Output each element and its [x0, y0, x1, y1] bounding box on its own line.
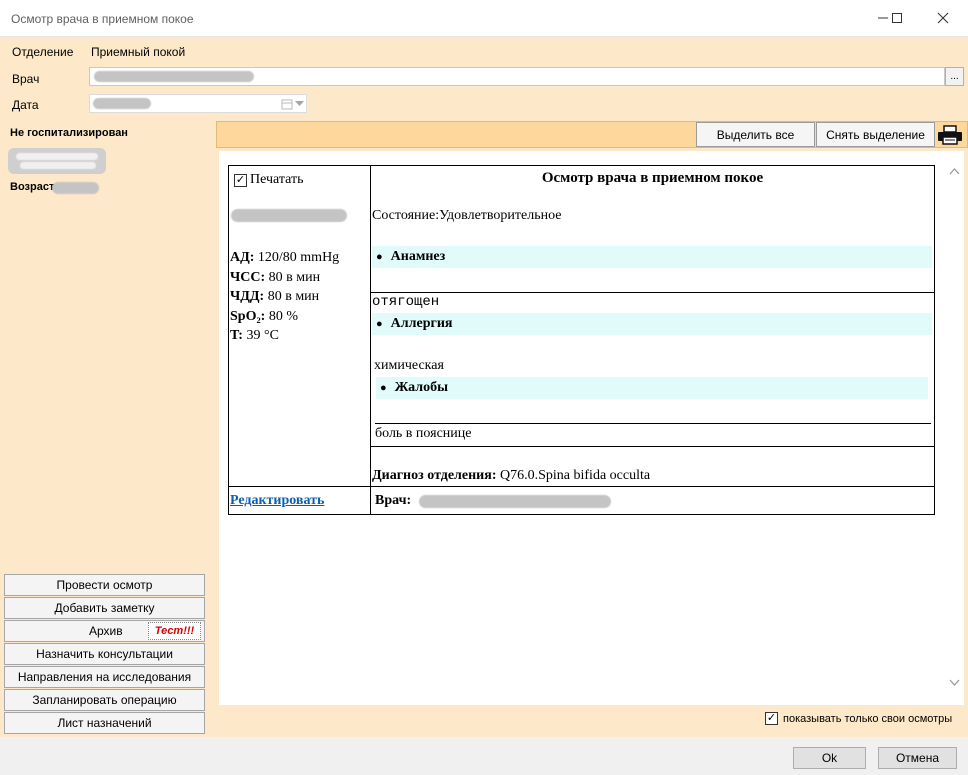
- diagnosis-value: Q76.0.Spina bifida occulta: [500, 468, 651, 483]
- only-own-option: ✓ показывать только свои осмотры: [765, 712, 952, 725]
- allergy-heading: Аллергия: [390, 316, 453, 331]
- date-label: Дата: [12, 98, 39, 112]
- print-label: Печатать: [250, 172, 304, 187]
- archive-label: Архив: [89, 624, 123, 638]
- ok-button[interactable]: Ok: [793, 747, 866, 769]
- date-input[interactable]: [89, 94, 307, 113]
- department-label: Отделение: [12, 45, 74, 59]
- patient-status: Не госпитализирован: [10, 127, 128, 139]
- print-checkbox[interactable]: ✓: [234, 173, 247, 187]
- doctor-label: Врач: [12, 72, 40, 86]
- allergy-text: химическая: [374, 358, 444, 373]
- vital-hr: ЧСС: 80 в мин: [230, 269, 321, 285]
- print-button[interactable]: [935, 122, 965, 147]
- vital-spo2: SpO₂: 80 %: [230, 308, 298, 324]
- age-label: Возраст: [10, 181, 55, 193]
- test-badge: Тест!!!: [148, 622, 201, 640]
- vital-rr: ЧДД: 80 в мин: [230, 289, 320, 304]
- edit-link[interactable]: Редактировать: [230, 493, 324, 509]
- doctor-browse-button[interactable]: ...: [945, 67, 964, 86]
- report-title: Осмотр врача в приемном покое: [541, 170, 764, 186]
- report-doctor-row: Врач:: [375, 493, 411, 509]
- prescriptions-sheet-button[interactable]: Лист назначений: [4, 712, 205, 734]
- anamnesis-text: отягощен: [372, 294, 440, 310]
- add-note-button[interactable]: Добавить заметку: [4, 597, 205, 619]
- date-value-redacted: [93, 98, 151, 109]
- report-doctor-label: Врач:: [375, 493, 412, 508]
- close-button[interactable]: [928, 6, 958, 30]
- exam-report-table: ✓ Печатать АД: 120/80 mmHg ЧСС: 80 в мин…: [228, 165, 935, 515]
- complaints-heading-row: ● Жалобы: [376, 377, 928, 399]
- vitals-list: АД: 120/80 mmHg ЧСС: 80 в мин ЧДД: 80 в …: [230, 248, 339, 346]
- age-value-redacted: [52, 182, 99, 194]
- conduct-exam-button[interactable]: Провести осмотр: [4, 574, 205, 596]
- scroll-down-icon[interactable]: [949, 679, 960, 687]
- select-all-button[interactable]: Выделить все: [696, 122, 815, 147]
- close-icon: [937, 12, 949, 24]
- vital-bp: АД: 120/80 mmHg: [230, 250, 340, 265]
- schedule-surgery-button[interactable]: Запланировать операцию: [4, 689, 205, 711]
- complaints-heading: Жалобы: [394, 380, 449, 395]
- condition-text: Состояние:Удовлетворительное: [372, 208, 562, 223]
- diagnosis-label: Диагноз отделения:: [372, 468, 497, 483]
- vital-temp: T: 39 °С: [230, 328, 279, 343]
- allergy-heading-row: ● Аллергия: [372, 313, 932, 335]
- doctor-input[interactable]: [89, 67, 945, 86]
- anamnesis-heading: Анамнез: [390, 249, 446, 264]
- report-scrollbar[interactable]: [945, 151, 964, 705]
- deselect-button[interactable]: Снять выделение: [816, 122, 935, 147]
- maximize-icon: [892, 13, 902, 23]
- complaints-text: боль в пояснице: [375, 426, 472, 441]
- maximize-button[interactable]: [882, 6, 912, 30]
- diagnosis-row: Диагноз отделения: Q76.0.Spina bifida oc…: [372, 468, 650, 484]
- title-bar: Осмотр врача в приемном покое: [0, 0, 968, 37]
- assign-consultations-button[interactable]: Назначить консультации: [4, 643, 205, 665]
- scroll-up-icon[interactable]: [949, 167, 960, 175]
- patient-name-line: [20, 162, 96, 169]
- only-own-label: показывать только свои осмотры: [783, 712, 953, 725]
- print-checkbox-row: ✓ Печатать: [234, 172, 304, 188]
- report-doctor-redacted: [419, 495, 611, 508]
- window-title: Осмотр врача в приемном покое: [11, 12, 194, 26]
- doctor-name-redacted: [94, 71, 254, 82]
- exam-referrals-button[interactable]: Направления на исследования: [4, 666, 205, 688]
- chevron-down-icon[interactable]: [295, 101, 304, 107]
- printer-icon: [938, 124, 962, 145]
- patient-id-redacted: [231, 209, 347, 222]
- department-value: Приемный покой: [91, 45, 186, 59]
- calendar-icon[interactable]: [281, 98, 293, 110]
- patient-name-line: [16, 153, 98, 160]
- only-own-checkbox[interactable]: ✓: [765, 712, 778, 725]
- anamnesis-heading-row: ● Анамнез: [372, 246, 932, 268]
- cancel-button[interactable]: Отмена: [878, 747, 957, 769]
- patient-name-redacted: [8, 148, 106, 174]
